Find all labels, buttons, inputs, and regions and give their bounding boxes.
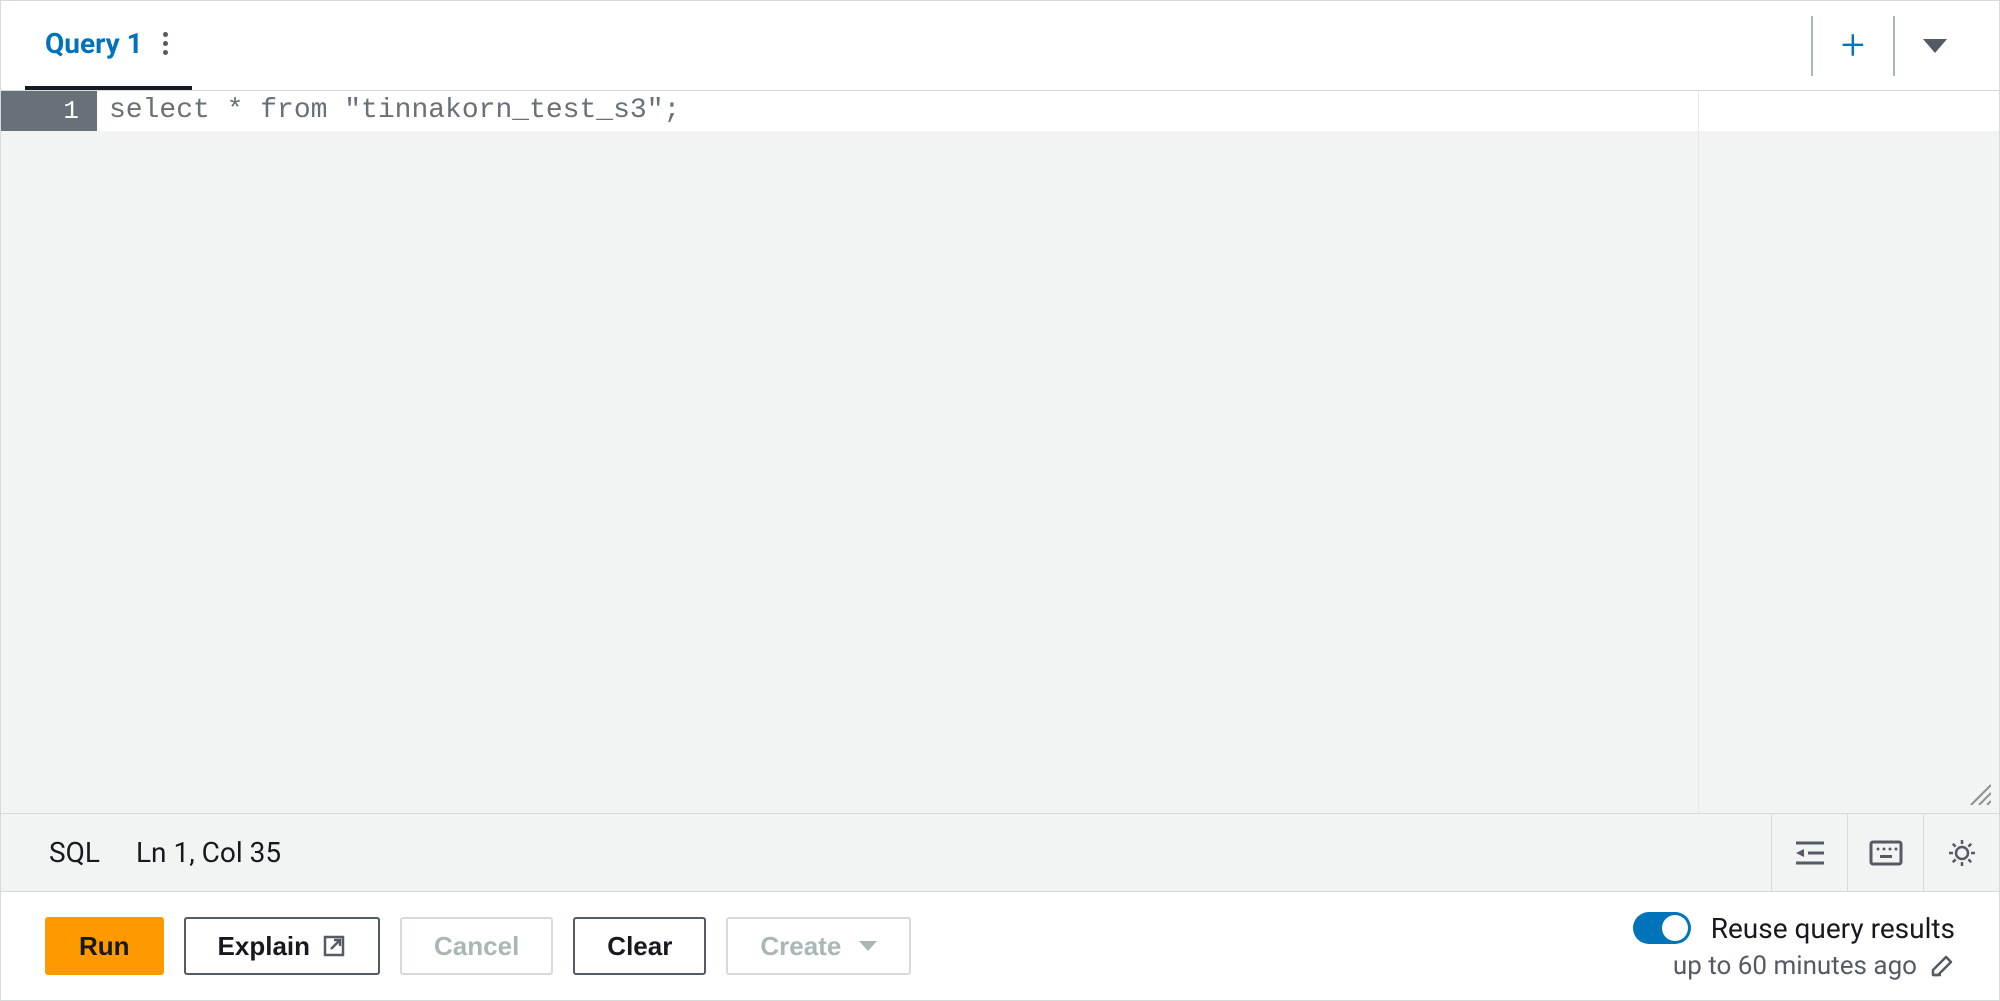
format-button[interactable] <box>1771 814 1847 891</box>
settings-button[interactable] <box>1923 814 1999 891</box>
button-label: Create <box>760 931 841 962</box>
new-tab-button[interactable]: + <box>1813 11 1893 81</box>
editor-line[interactable]: select * from "tinnakorn_test_s3"; <box>97 91 1999 131</box>
keyboard-icon <box>1869 840 1903 866</box>
reuse-results-label: Reuse query results <box>1711 912 1955 945</box>
sql-editor[interactable]: 1 select * from "tinnakorn_test_s3"; <box>1 91 1999 814</box>
gear-icon <box>1947 838 1977 868</box>
status-cursor-position: Ln 1, Col 35 <box>136 836 281 869</box>
action-bar: Run Explain Cancel Clear Create Reuse qu… <box>1 892 1999 1000</box>
tab-query-1[interactable]: Query 1 <box>25 1 192 90</box>
status-language: SQL <box>49 836 100 869</box>
gutter-line-number: 1 <box>1 91 97 131</box>
kebab-menu-icon[interactable] <box>159 28 172 59</box>
cancel-button[interactable]: Cancel <box>400 917 553 975</box>
external-link-icon <box>322 934 346 958</box>
status-actions <box>1771 814 1999 891</box>
keyboard-button[interactable] <box>1847 814 1923 891</box>
tab-dropdown-button[interactable] <box>1895 11 1975 81</box>
status-bar: SQL Ln 1, Col 35 <box>1 814 1999 892</box>
explain-button[interactable]: Explain <box>184 917 380 975</box>
button-label: Cancel <box>434 931 519 962</box>
run-button[interactable]: Run <box>45 917 164 975</box>
editor-gutter: 1 <box>1 91 97 813</box>
plus-icon: + <box>1841 25 1865 67</box>
create-dropdown-button[interactable]: Create <box>726 917 911 975</box>
indent-icon <box>1794 839 1826 867</box>
toggle-knob <box>1662 915 1688 941</box>
reuse-results-subtext: up to 60 minutes ago <box>1673 951 1917 981</box>
reuse-results-toggle[interactable] <box>1633 912 1691 944</box>
chevron-down-icon <box>859 941 877 951</box>
editor-margin-line <box>1698 91 1699 813</box>
chevron-down-icon <box>1923 39 1947 53</box>
button-label: Clear <box>607 931 672 962</box>
editor-content[interactable]: select * from "tinnakorn_test_s3"; <box>97 91 1999 813</box>
clear-button[interactable]: Clear <box>573 917 706 975</box>
tab-label: Query 1 <box>45 27 143 60</box>
resize-grip-icon[interactable] <box>1967 781 1995 809</box>
edit-icon[interactable] <box>1929 953 1955 979</box>
button-label: Explain <box>218 931 310 962</box>
tab-bar: Query 1 + <box>1 1 1999 91</box>
tab-bar-actions: + <box>1811 11 1975 81</box>
sql-code: select * from "tinnakorn_test_s3"; <box>109 95 680 126</box>
reuse-results-section: Reuse query results up to 60 minutes ago <box>1633 912 1955 981</box>
button-label: Run <box>79 931 130 962</box>
